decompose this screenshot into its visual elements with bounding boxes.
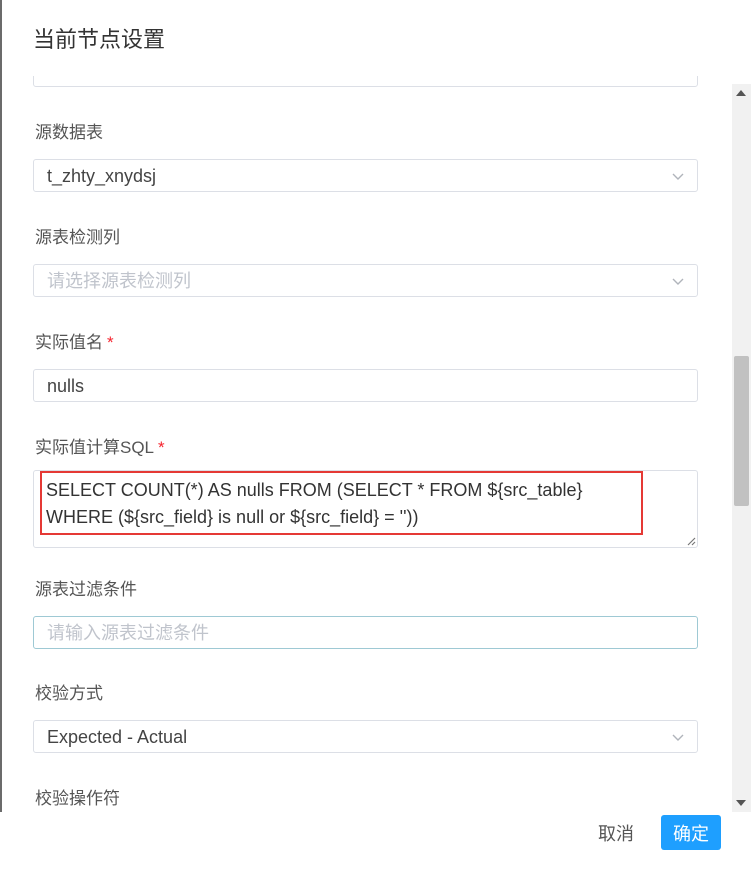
actual-value-name-input[interactable]: nulls xyxy=(33,369,698,402)
src-column-placeholder: 请选择源表检测列 xyxy=(47,271,191,291)
chevron-down-icon xyxy=(672,734,684,741)
actual-value-sql-label: 实际值计算SQL * xyxy=(35,436,165,460)
check-method-select[interactable]: Expected - Actual xyxy=(33,720,698,753)
actual-value-sql-textarea[interactable]: SELECT COUNT(*) AS nulls FROM (SELECT * … xyxy=(33,470,698,548)
scroll-up-arrow-icon[interactable] xyxy=(736,90,746,96)
form-scroll-area[interactable]: 源数据表 t_zhty_xnydsj 源表检测列 请选择源表检测列 实际值名 * … xyxy=(0,76,732,814)
src-table-value: t_zhty_xnydsj xyxy=(47,166,157,186)
required-mark: * xyxy=(107,333,114,352)
src-table-select[interactable]: t_zhty_xnydsj xyxy=(33,159,698,192)
check-method-label: 校验方式 xyxy=(35,684,103,703)
src-column-label: 源表检测列 xyxy=(35,228,120,247)
actual-value-sql-value: SELECT COUNT(*) AS nulls FROM (SELECT * … xyxy=(46,480,583,527)
check-operator-label: 校验操作符 xyxy=(35,789,120,808)
actual-value-name-value: nulls xyxy=(47,376,85,396)
actual-value-name-label: 实际值名 * xyxy=(35,331,114,355)
previous-field[interactable] xyxy=(33,76,698,87)
required-mark: * xyxy=(158,438,165,457)
actual-value-sql-label-text: 实际值计算SQL xyxy=(35,438,155,457)
scrollbar-thumb[interactable] xyxy=(734,356,749,506)
actual-value-name-label-text: 实际值名 xyxy=(35,333,103,352)
vertical-scrollbar[interactable] xyxy=(732,84,751,812)
check-method-value: Expected - Actual xyxy=(47,727,188,747)
dialog-title: 当前节点设置 xyxy=(33,27,166,52)
src-filter-label: 源表过滤条件 xyxy=(35,580,137,599)
src-filter-placeholder: 请输入源表过滤条件 xyxy=(47,623,209,643)
confirm-button[interactable]: 确定 xyxy=(661,815,721,850)
dialog-footer: 取消 确定 xyxy=(0,812,751,874)
src-table-label: 源数据表 xyxy=(35,123,103,142)
resize-handle-icon[interactable] xyxy=(686,536,696,546)
chevron-down-icon xyxy=(672,278,684,285)
scroll-down-arrow-icon[interactable] xyxy=(736,800,746,806)
cancel-button[interactable]: 取消 xyxy=(588,816,644,850)
src-column-select[interactable]: 请选择源表检测列 xyxy=(33,264,698,297)
chevron-down-icon xyxy=(672,173,684,180)
src-filter-input[interactable]: 请输入源表过滤条件 xyxy=(33,616,698,649)
